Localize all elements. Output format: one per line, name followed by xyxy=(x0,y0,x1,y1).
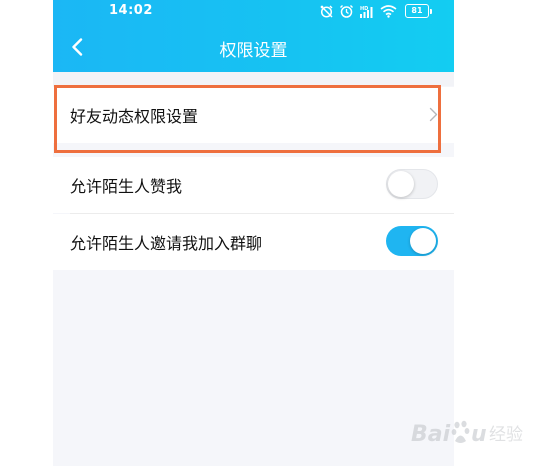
toggle-knob xyxy=(410,228,436,254)
baidu-watermark: Bai u 经验 xyxy=(411,414,531,452)
friends-activity-label: 好友动态权限设置 xyxy=(70,107,199,126)
page-title: 权限设置 xyxy=(219,41,288,61)
svg-text:经验: 经验 xyxy=(489,425,523,445)
alarm-clock-icon xyxy=(339,4,354,19)
allow-stranger-like-toggle[interactable] xyxy=(386,169,438,199)
alarm-sync-icon xyxy=(319,4,334,19)
friends-activity-permission-row[interactable]: 好友动态权限设置 xyxy=(53,87,454,143)
allow-stranger-like-row: 允许陌生人赞我 xyxy=(53,157,454,213)
battery-icon: 81 xyxy=(405,4,432,18)
allow-stranger-like-label: 允许陌生人赞我 xyxy=(70,177,183,196)
svg-text:Bai: Bai xyxy=(411,422,451,447)
allow-stranger-invite-label: 允许陌生人邀请我加入群聊 xyxy=(70,234,263,253)
screenshot-stage: 14:02 HD 81 权限设置 好友动态权限设置 允许陌生人赞我 允许陌生人邀… xyxy=(0,0,536,466)
status-icons: HD 81 xyxy=(319,2,432,20)
battery-level: 81 xyxy=(405,4,429,18)
allow-stranger-invite-row: 允许陌生人邀请我加入群聊 xyxy=(53,214,454,270)
baidu-jingyan-logo: Bai u 经验 xyxy=(411,420,523,447)
app-header: 14:02 HD 81 权限设置 xyxy=(53,0,454,72)
svg-text:u: u xyxy=(471,422,487,447)
wifi-icon xyxy=(380,4,397,18)
signal-icon: HD xyxy=(359,4,375,19)
allow-stranger-invite-toggle[interactable] xyxy=(386,226,438,256)
toggle-knob xyxy=(388,171,414,197)
phone-screen: 14:02 HD 81 权限设置 好友动态权限设置 允许陌生人赞我 允许陌生人邀… xyxy=(53,0,454,466)
status-time: 14:02 xyxy=(109,3,153,18)
chevron-right-icon xyxy=(429,107,438,122)
section-gap xyxy=(53,72,454,86)
